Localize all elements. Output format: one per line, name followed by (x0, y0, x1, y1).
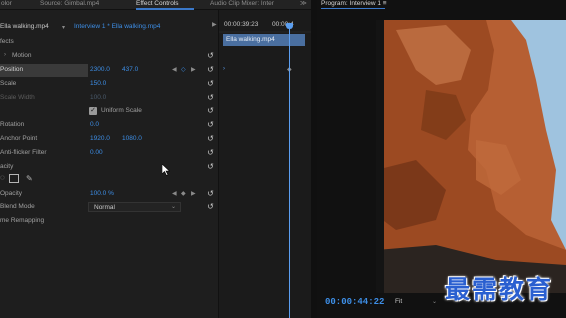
chevron-down-icon: ⌄ (170, 204, 176, 210)
previous-keyframe-icon[interactable]: ◀ (172, 190, 177, 197)
playhead[interactable] (289, 23, 290, 318)
scale-width-row: Scale Width 100.0 ↺ (0, 92, 218, 105)
position-x-value[interactable]: 2300.0 (90, 66, 110, 73)
uniform-scale-checkbox[interactable]: ✓ (89, 107, 97, 115)
ellipse-mask-icon[interactable]: ◌ (0, 173, 5, 182)
anchor-point-row[interactable]: Anchor Point 1920.0 1080.0 ↺ (0, 133, 218, 146)
blend-mode-label: Blend Mode (0, 203, 35, 210)
master-clip-label[interactable]: Ella walking.mp4 (0, 23, 49, 30)
anchor-y-value[interactable]: 1080.0 (122, 135, 142, 142)
reset-icon[interactable]: ↺ (206, 134, 215, 143)
mask-tools-row: ◌ ✎ (0, 173, 218, 186)
uniform-scale-row[interactable]: ✓ Uniform Scale ↺ (0, 105, 218, 118)
reset-icon[interactable]: ↺ (206, 79, 215, 88)
effect-controls-timeline[interactable]: ▶ 00:00:39:23 00:00:4 Ella walking.mp4 ›… (212, 10, 312, 318)
add-keyframe-icon[interactable]: ◆ (181, 190, 186, 197)
playhead-handle[interactable] (286, 23, 293, 29)
anti-flicker-label: Anti-flicker Filter (0, 149, 47, 156)
reset-icon[interactable]: ↺ (206, 148, 215, 157)
reset-icon[interactable]: ↺ (206, 162, 215, 171)
opacity-label: Opacity (0, 190, 23, 197)
position-label: Position (0, 66, 24, 73)
anti-flicker-value[interactable]: 0.00 (90, 149, 103, 156)
rotation-value[interactable]: 0.0 (90, 121, 99, 128)
position-row[interactable]: Position 2300.0 437.0 ◀ ◇ ▶ ↺ (0, 64, 218, 77)
video-effects-header: fects (0, 36, 218, 49)
add-keyframe-icon[interactable]: ◇ (181, 66, 186, 73)
uniform-scale-label: Uniform Scale (101, 107, 142, 114)
program-timecode[interactable]: 00:00:44:22 (325, 297, 384, 307)
chevron-down-icon[interactable]: ▾ (62, 24, 65, 31)
rotation-row[interactable]: Rotation 0.0 ↺ (0, 119, 218, 132)
scale-width-label: Scale Width (0, 94, 35, 101)
active-tab-indicator (321, 8, 385, 9)
rotation-label: Rotation (0, 121, 25, 128)
more-panels-icon[interactable]: ≫ (300, 0, 307, 10)
video-effects-label: fects (0, 38, 14, 45)
reset-icon[interactable]: ↺ (206, 51, 215, 60)
reset-icon[interactable]: ↺ (206, 120, 215, 129)
anchor-x-value[interactable]: 1920.0 (90, 135, 110, 142)
watermark-logo: 最需教育 (445, 275, 554, 304)
rectangle-mask-icon[interactable] (9, 174, 19, 183)
blend-mode-value: Normal (94, 204, 115, 211)
reset-icon[interactable]: ↺ (206, 65, 215, 74)
program-video-frame[interactable] (376, 20, 566, 293)
scale-row[interactable]: Scale 150.0 ↺ (0, 78, 218, 91)
sequence-clip-label[interactable]: Interview 1 * Ella walking.mp4 (74, 23, 160, 30)
play-only-icon[interactable]: ▶ (212, 21, 217, 28)
timeline-clip[interactable]: Ella walking.mp4 (223, 34, 305, 46)
motion-row[interactable]: › Motion ↺ (0, 50, 218, 63)
rock-formation-image (376, 20, 566, 293)
blend-mode-row[interactable]: Blend Mode Normal ⌄ ↺ (0, 201, 218, 214)
tab-audio-clip-mixer[interactable]: Audio Clip Mixer: Inter (210, 0, 288, 10)
chevron-down-icon[interactable]: ⌄ (432, 298, 437, 305)
pen-mask-icon[interactable]: ✎ (26, 174, 33, 183)
opacity-value[interactable]: 100.0 % (90, 190, 114, 197)
clip-header-row: Ella walking.mp4 ▾ Interview 1 * Ella wa… (0, 21, 218, 34)
program-monitor: Program: Interview 1 ≡ 00:00:44:22 Fit ⌄… (317, 0, 566, 318)
opacity-row[interactable]: Opacity 100.0 % ◀ ◆ ▶ ↺ (0, 188, 218, 201)
scale-value[interactable]: 150.0 (90, 80, 106, 87)
anti-flicker-row[interactable]: Anti-flicker Filter 0.00 ↺ (0, 147, 218, 160)
tab-lumetri-color[interactable]: olor (1, 0, 12, 10)
tab-source[interactable]: Source: Gimbal.mp4 (40, 0, 99, 10)
effect-controls-panel: Ella walking.mp4 ▾ Interview 1 * Ella wa… (0, 10, 218, 318)
time-remapping-row[interactable]: me Remapping (0, 215, 218, 228)
expand-triangle-icon[interactable]: › (4, 52, 6, 58)
reset-icon[interactable]: ↺ (206, 202, 215, 211)
position-y-value[interactable]: 437.0 (122, 66, 138, 73)
keyframe-nav-arrow-icon: › (223, 66, 225, 72)
reset-icon[interactable]: ↺ (206, 189, 215, 198)
reset-icon[interactable]: ↺ (206, 93, 215, 102)
tab-program[interactable]: Program: Interview 1 ≡ (321, 0, 387, 7)
opacity-section-label: acity (0, 163, 14, 170)
timeline-timecode-start: 00:00:39:23 (224, 21, 259, 28)
motion-label: Motion (12, 52, 32, 59)
zoom-level-select[interactable]: Fit (395, 298, 402, 305)
time-remapping-label: me Remapping (0, 217, 45, 224)
next-keyframe-icon[interactable]: ▶ (191, 190, 196, 197)
anchor-point-label: Anchor Point (0, 135, 38, 142)
timeline-ruler[interactable] (219, 31, 312, 33)
next-keyframe-icon[interactable]: ▶ (191, 66, 196, 73)
scale-label: Scale (0, 80, 17, 87)
scale-width-value: 100.0 (90, 94, 107, 101)
mouse-cursor-icon (162, 164, 170, 176)
reset-icon[interactable]: ↺ (206, 106, 215, 115)
previous-keyframe-icon[interactable]: ◀ (172, 66, 177, 73)
blend-mode-dropdown[interactable]: Normal ⌄ (88, 202, 181, 212)
